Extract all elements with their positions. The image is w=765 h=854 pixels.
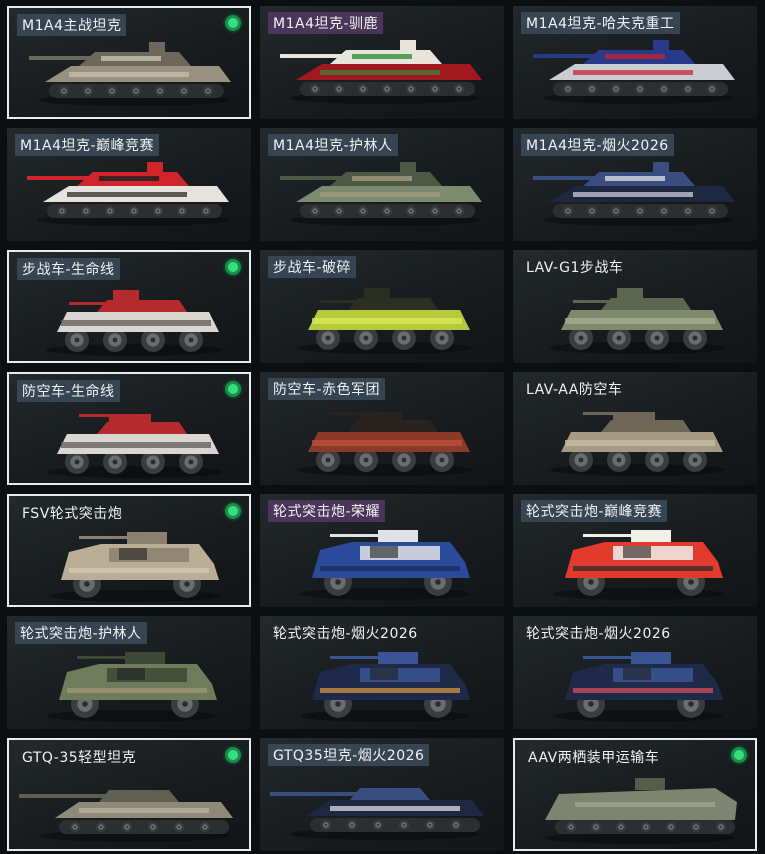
- vehicle-image: [550, 288, 726, 354]
- vehicle-skin-name: 防空车-赤色军团: [268, 378, 386, 400]
- vehicle-image: [300, 652, 470, 722]
- vehicle-skin-name: FSV轮式突击炮: [22, 506, 123, 522]
- vehicle-skin-name: M1A4坦克-护林人: [268, 134, 398, 156]
- vehicle-image: [280, 162, 482, 226]
- equipped-indicator-icon: [225, 381, 241, 397]
- vehicle-skin-card[interactable]: LAV-G1步战车: [513, 250, 757, 363]
- vehicle-image: [545, 778, 737, 844]
- vehicle-skin-card[interactable]: LAV-AA防空车: [513, 372, 757, 485]
- vehicle-image: [553, 652, 723, 722]
- vehicle-skin-name: 轮式突击炮-烟火2026: [526, 626, 671, 642]
- vehicle-image: [533, 40, 735, 104]
- vehicle-skin-name: GTQ-35轻型坦克: [22, 750, 137, 766]
- vehicle-skin-card[interactable]: M1A4坦克-烟火2026: [513, 128, 757, 241]
- vehicle-image: [550, 412, 726, 476]
- vehicle-skin-name: M1A4坦克-烟火2026: [521, 134, 674, 156]
- vehicle-skin-name: 轮式突击炮-荣耀: [268, 500, 386, 522]
- vehicle-skin-name: M1A4主战坦克: [17, 14, 127, 36]
- vehicle-skin-card[interactable]: 轮式突击炮-巅峰竞赛: [513, 494, 757, 607]
- vehicle-image: [533, 162, 735, 226]
- vehicle-skin-name: 防空车-生命线: [17, 380, 120, 402]
- vehicle-skin-name: M1A4坦克-哈夫克重工: [521, 12, 680, 34]
- vehicle-skin-card[interactable]: 步战车-破碎: [260, 250, 504, 363]
- vehicle-skin-grid: M1A4主战坦克 M1A4坦克-驯鹿 M1A4坦克-哈夫克重工 M1A4坦克-巅…: [0, 0, 765, 854]
- vehicle-skin-card[interactable]: 轮式突击炮-烟火2026: [260, 616, 504, 729]
- vehicle-skin-name: 步战车-生命线: [17, 258, 120, 280]
- vehicle-skin-card[interactable]: 步战车-生命线: [7, 250, 251, 363]
- vehicle-skin-name: LAV-AA防空车: [526, 382, 623, 398]
- equipped-indicator-icon: [225, 747, 241, 763]
- vehicle-image: [46, 290, 222, 356]
- vehicle-skin-name: M1A4坦克-驯鹿: [268, 12, 384, 34]
- vehicle-skin-card[interactable]: FSV轮式突击炮: [7, 494, 251, 607]
- vehicle-image: [270, 788, 484, 840]
- vehicle-skin-name: GTQ35坦克-烟火2026: [268, 744, 430, 766]
- vehicle-skin-name: LAV-G1步战车: [526, 260, 624, 276]
- vehicle-image: [297, 288, 473, 354]
- vehicle-image: [29, 42, 231, 106]
- vehicle-skin-card[interactable]: 轮式突击炮-烟火2026: [513, 616, 757, 729]
- vehicle-skin-card[interactable]: M1A4坦克-哈夫克重工: [513, 6, 757, 119]
- vehicle-skin-card[interactable]: GTQ-35轻型坦克: [7, 738, 251, 851]
- vehicle-skin-card[interactable]: M1A4坦克-护林人: [260, 128, 504, 241]
- vehicle-skin-card[interactable]: GTQ35坦克-烟火2026: [260, 738, 504, 851]
- vehicle-skin-name: AAV两栖装甲运输车: [528, 750, 660, 766]
- vehicle-skin-name: 轮式突击炮-烟火2026: [273, 626, 418, 642]
- vehicle-skin-card[interactable]: M1A4坦克-巅峰竞赛: [7, 128, 251, 241]
- vehicle-skin-card[interactable]: AAV两栖装甲运输车: [513, 738, 757, 851]
- vehicle-skin-name: 轮式突击炮-巅峰竞赛: [521, 500, 668, 522]
- vehicle-skin-card[interactable]: 轮式突击炮-护林人: [7, 616, 251, 729]
- vehicle-image: [19, 790, 233, 842]
- vehicle-skin-card[interactable]: M1A4主战坦克: [7, 6, 251, 119]
- vehicle-skin-card[interactable]: 防空车-生命线: [7, 372, 251, 485]
- vehicle-image: [27, 162, 229, 226]
- vehicle-image: [300, 530, 470, 600]
- vehicle-skin-name: M1A4坦克-巅峰竞赛: [15, 134, 160, 156]
- vehicle-image: [280, 40, 482, 104]
- equipped-indicator-icon: [225, 503, 241, 519]
- vehicle-skin-card[interactable]: 轮式突击炮-荣耀: [260, 494, 504, 607]
- equipped-indicator-icon: [731, 747, 747, 763]
- vehicle-skin-card[interactable]: 防空车-赤色军团: [260, 372, 504, 485]
- vehicle-image: [46, 414, 222, 478]
- vehicle-skin-card[interactable]: M1A4坦克-驯鹿: [260, 6, 504, 119]
- vehicle-image: [297, 412, 473, 476]
- vehicle-skin-name: 轮式突击炮-护林人: [15, 622, 147, 644]
- vehicle-image: [49, 532, 219, 602]
- vehicle-image: [553, 530, 723, 600]
- vehicle-image: [47, 652, 217, 722]
- equipped-indicator-icon: [225, 15, 241, 31]
- vehicle-skin-name: 步战车-破碎: [268, 256, 357, 278]
- equipped-indicator-icon: [225, 259, 241, 275]
